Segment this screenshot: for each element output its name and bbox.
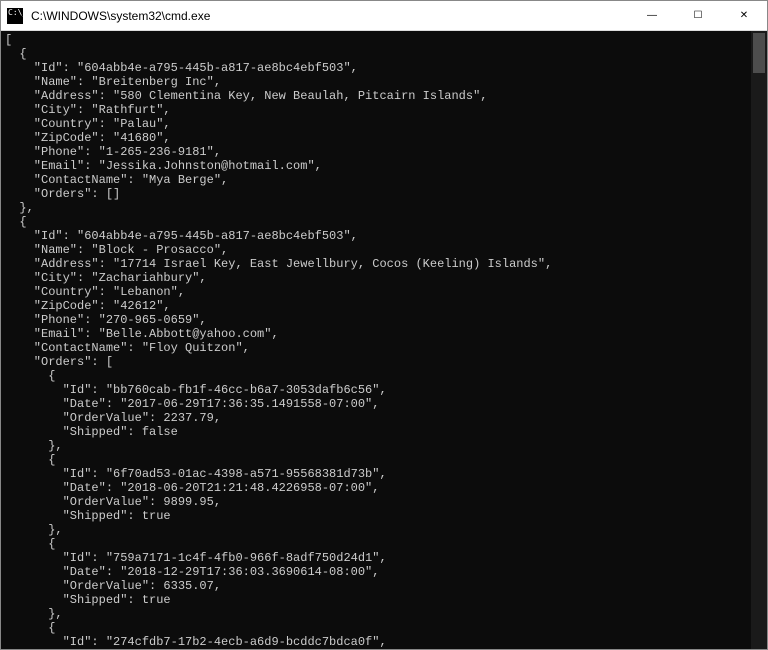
maximize-button[interactable]: ☐ bbox=[675, 1, 721, 30]
vertical-scrollbar[interactable] bbox=[751, 31, 767, 649]
close-button[interactable]: ✕ bbox=[721, 1, 767, 30]
window-controls: — ☐ ✕ bbox=[629, 1, 767, 30]
terminal-text: [ { "Id": "604abb4e-a795-445b-a817-ae8bc… bbox=[5, 33, 552, 649]
terminal-output-area[interactable]: [ { "Id": "604abb4e-a795-445b-a817-ae8bc… bbox=[1, 31, 767, 649]
scrollbar-thumb[interactable] bbox=[753, 33, 765, 73]
cmd-icon bbox=[7, 8, 23, 24]
window-title: C:\WINDOWS\system32\cmd.exe bbox=[29, 9, 629, 23]
minimize-button[interactable]: — bbox=[629, 1, 675, 30]
window-titlebar[interactable]: C:\WINDOWS\system32\cmd.exe — ☐ ✕ bbox=[1, 1, 767, 31]
